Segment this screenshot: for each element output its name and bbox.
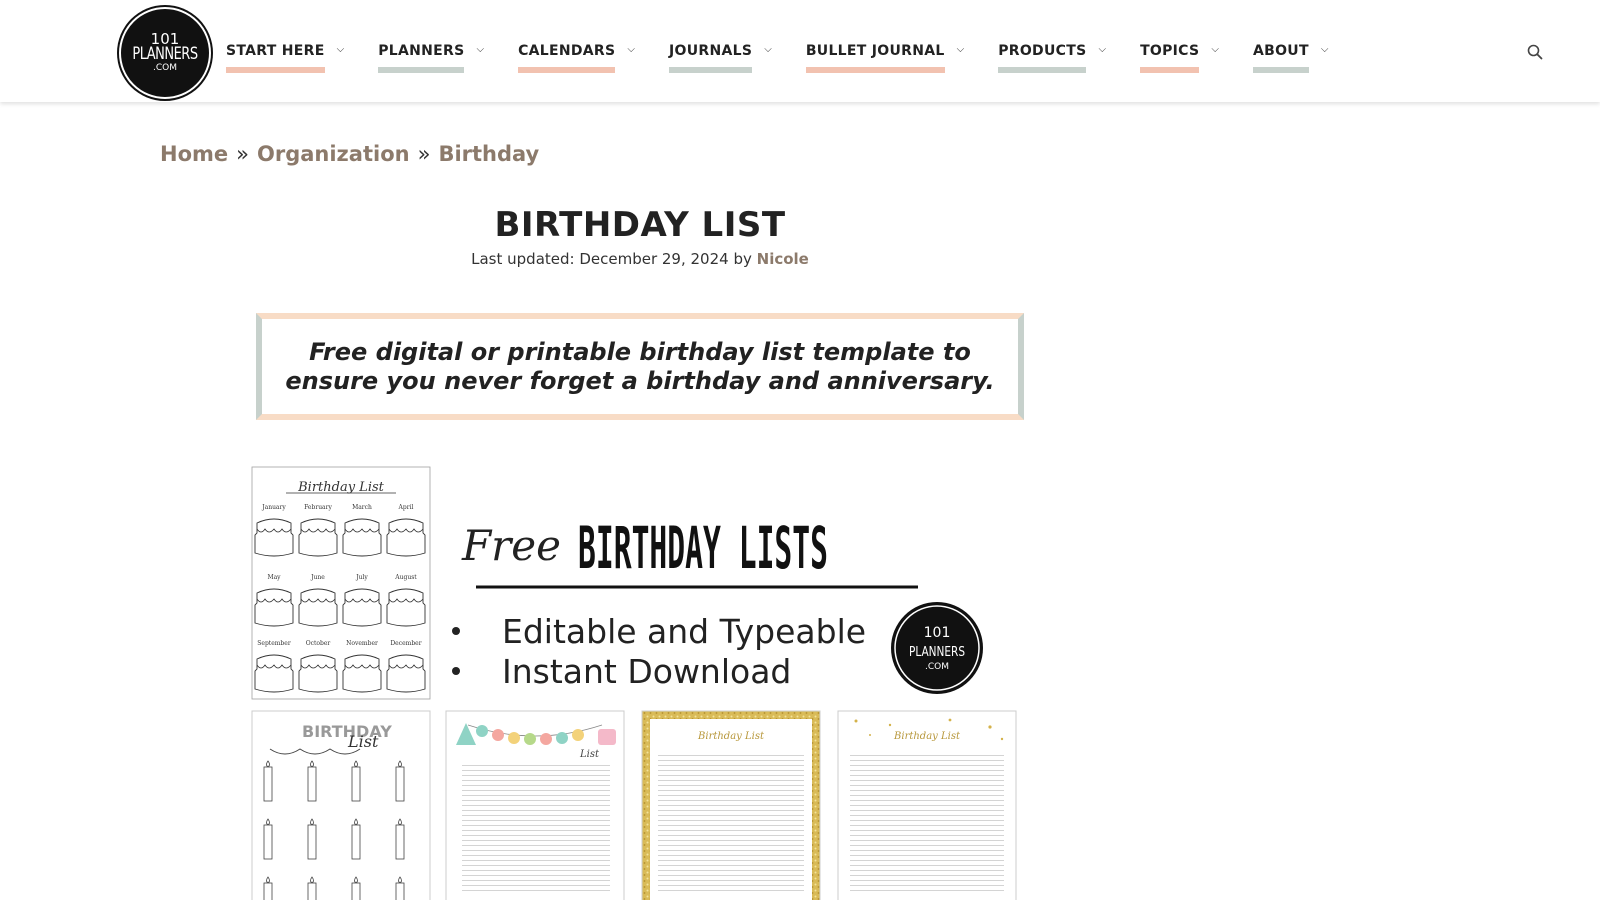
cake-icon xyxy=(254,654,294,693)
logo-word: PLANNERS xyxy=(132,44,198,65)
hero-logo-number: 101 xyxy=(924,625,951,641)
card2-script: List xyxy=(347,732,379,751)
cake-icon xyxy=(342,588,382,627)
updated-date: Last updated: December 29, 2024 by xyxy=(471,250,752,268)
candle-icon xyxy=(395,766,405,802)
candle-icon xyxy=(351,882,361,900)
cake-month-label: January xyxy=(261,504,286,511)
nav-label: ABOUT xyxy=(1253,43,1309,73)
breadcrumb-separator: » xyxy=(236,142,249,166)
site-header: 101 PLANNERS .COM START HERE ⌵ PLANNERS … xyxy=(0,0,1600,102)
nav-label: PLANNERS xyxy=(378,43,465,73)
cake-month-label: August xyxy=(394,574,417,581)
template-card-candles: BIRTHDAY List xyxy=(251,710,431,900)
cake-icon xyxy=(298,654,338,693)
chevron-down-icon: ⌵ xyxy=(1211,44,1219,55)
search-icon[interactable] xyxy=(1527,44,1543,60)
bullet-dot xyxy=(452,667,460,675)
card3-title: List xyxy=(579,749,600,760)
hero-free-text: Free xyxy=(461,521,561,570)
chevron-down-icon: ⌵ xyxy=(476,44,485,55)
chevron-down-icon: ⌵ xyxy=(1098,44,1107,55)
hero-headline: BIRTHDAY LISTS xyxy=(578,514,828,582)
nav-label: BULLET JOURNAL xyxy=(805,43,945,73)
cake-month-label: May xyxy=(267,574,281,581)
breadcrumb-home-link[interactable]: Home xyxy=(160,142,228,166)
candle-icon xyxy=(307,824,317,860)
nav-label: CALENDARS xyxy=(518,43,616,73)
template-card-cakes: Birthday List January February March AprilM… xyxy=(251,466,431,700)
hero-logo-domain: .COM xyxy=(925,662,949,672)
intro-text: Free digital or printable birthday list … xyxy=(285,337,995,395)
post-meta: Last updated: December 29, 2024 by Nicol… xyxy=(240,250,1040,268)
intro-callout: Free digital or printable birthday list … xyxy=(256,313,1024,420)
chevron-down-icon: ⌵ xyxy=(336,44,345,55)
candle-icon xyxy=(307,766,317,802)
chevron-down-icon: ⌵ xyxy=(1320,44,1329,55)
nav-item-products[interactable]: PRODUCTS ⌵ xyxy=(998,43,1106,77)
nav-item-planners[interactable]: PLANNERS ⌵ xyxy=(378,43,484,77)
author-link[interactable]: Nicole xyxy=(757,250,809,268)
cake-month-label: April xyxy=(398,504,414,511)
cake-month-label: March xyxy=(352,504,372,511)
candle-icon xyxy=(263,766,273,802)
card4-title: Birthday List xyxy=(697,731,765,742)
cake-month-label: July xyxy=(355,574,368,581)
hero-graphic: Birthday List January February March April M… xyxy=(251,466,1017,900)
candle-icon xyxy=(263,882,273,900)
cake-icon xyxy=(386,654,426,693)
nav-label: PRODUCTS xyxy=(998,43,1087,73)
cake-icon xyxy=(298,588,338,627)
nav-item-start-here[interactable]: START HERE ⌵ xyxy=(226,43,344,77)
cake-icon xyxy=(386,518,426,557)
hero-image: Birthday List January February March April M… xyxy=(250,463,1030,900)
template-card-colorful: List xyxy=(445,710,625,900)
breadcrumb-separator: » xyxy=(417,142,431,166)
card5-title: Birthday List xyxy=(893,731,961,742)
template-card-gold: Birthday List xyxy=(641,710,821,900)
cake-month-label: December xyxy=(390,640,421,647)
page-title: BIRTHDAY LIST xyxy=(494,205,786,245)
site-logo[interactable]: 101 PLANNERS .COM xyxy=(119,7,211,99)
cake-icon xyxy=(298,518,338,557)
chevron-down-icon: ⌵ xyxy=(627,44,635,55)
cake-icon xyxy=(342,518,382,557)
cake-icon xyxy=(342,654,382,693)
hero-logo: 101 PLANNERS .COM xyxy=(891,602,983,694)
candle-icon xyxy=(395,882,405,900)
candle-icon xyxy=(263,824,273,860)
candle-icon xyxy=(351,824,361,860)
candle-icon xyxy=(395,824,405,860)
cake-month-label: November xyxy=(346,640,378,647)
chevron-down-icon: ⌵ xyxy=(956,44,965,55)
nav-item-topics[interactable]: TOPICS ⌵ xyxy=(1140,43,1219,77)
cake-icon xyxy=(254,518,294,557)
breadcrumb-current-link[interactable]: Birthday xyxy=(438,142,539,166)
nav-label: JOURNALS xyxy=(669,43,753,73)
nav-label: START HERE xyxy=(226,43,325,73)
candle-icon xyxy=(307,882,317,900)
cake-month-label: June xyxy=(310,574,325,581)
nav-item-journals[interactable]: JOURNALS ⌵ xyxy=(669,43,772,77)
breadcrumb-organization-link[interactable]: Organization xyxy=(257,142,410,166)
cake-month-label: October xyxy=(306,640,331,647)
nav-item-calendars[interactable]: CALENDARS ⌵ xyxy=(518,43,635,77)
breadcrumb: Home » Organization » Birthday xyxy=(160,142,539,166)
hero-bullet-download: Instant Download xyxy=(502,652,791,691)
template-card-gold-dots: Birthday List xyxy=(837,710,1017,900)
cake-icon xyxy=(254,588,294,627)
cake-month-label: February xyxy=(304,504,332,511)
nav-item-bullet-journal[interactable]: BULLET JOURNAL ⌵ xyxy=(805,43,965,77)
bullet-dot xyxy=(452,627,460,635)
chevron-down-icon: ⌵ xyxy=(764,44,772,55)
hero-logo-word: PLANNERS xyxy=(909,645,965,660)
hero-bullet-editable: Editable and Typeable xyxy=(502,612,866,651)
nav-label: TOPICS xyxy=(1140,43,1200,73)
cake-icon xyxy=(386,588,426,627)
cake-month-label: September xyxy=(257,640,291,647)
nav-item-about[interactable]: ABOUT ⌵ xyxy=(1253,43,1328,77)
candle-icon xyxy=(351,766,361,802)
main-nav: START HERE ⌵ PLANNERS ⌵ CALENDARS ⌵ JOUR… xyxy=(226,43,1328,77)
